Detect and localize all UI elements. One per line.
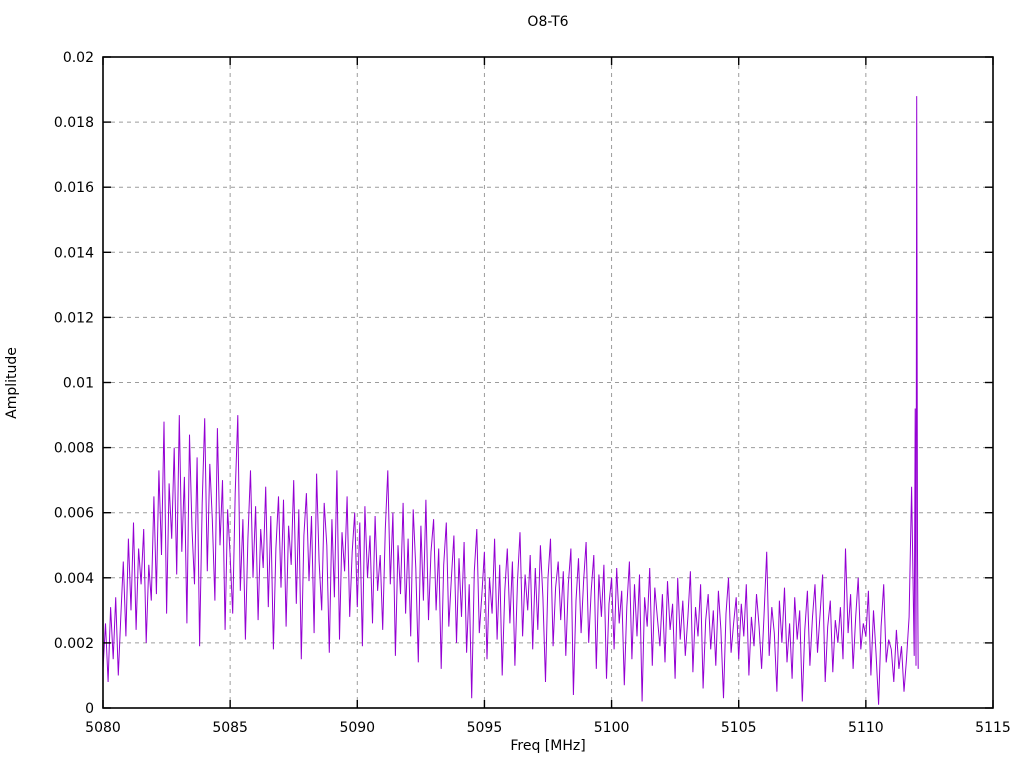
y-tick-label: 0.008 bbox=[54, 441, 94, 457]
x-tick-label: 5115 bbox=[975, 720, 1011, 736]
y-tick-label: 0.004 bbox=[54, 571, 94, 587]
y-tick-label: 0.018 bbox=[54, 115, 94, 131]
x-tick-label: 5080 bbox=[85, 720, 121, 736]
x-tick-label: 5085 bbox=[212, 720, 248, 736]
x-tick-label: 5110 bbox=[848, 720, 884, 736]
x-tick-label: 5090 bbox=[339, 720, 375, 736]
chart-figure: O8-T6 Amplitude Freq [MHz] 5080 5085 5090 5… bbox=[0, 0, 1024, 768]
y-tick-label: 0.01 bbox=[63, 376, 94, 392]
x-axis-label: Freq [MHz] bbox=[510, 738, 586, 754]
y-tick-label: 0.002 bbox=[54, 636, 94, 652]
y-tick-label: 0.012 bbox=[54, 310, 94, 326]
y-tick-label: 0.02 bbox=[63, 50, 94, 66]
chart-canvas: 5080 5085 5090 5095 5100 5105 5110 5115 0 0.002 0.… bbox=[54, 50, 1011, 736]
y-axis-label: Amplitude bbox=[4, 347, 20, 419]
x-tick-label: 5105 bbox=[721, 720, 757, 736]
x-tick-label: 5100 bbox=[594, 720, 630, 736]
y-tick-label: 0.016 bbox=[54, 180, 94, 196]
y-tick-label: 0.014 bbox=[54, 245, 94, 261]
y-tick-label: 0 bbox=[85, 701, 94, 717]
chart-title: O8-T6 bbox=[527, 14, 569, 30]
y-tick-label: 0.006 bbox=[54, 506, 94, 522]
x-tick-label: 5095 bbox=[467, 720, 503, 736]
